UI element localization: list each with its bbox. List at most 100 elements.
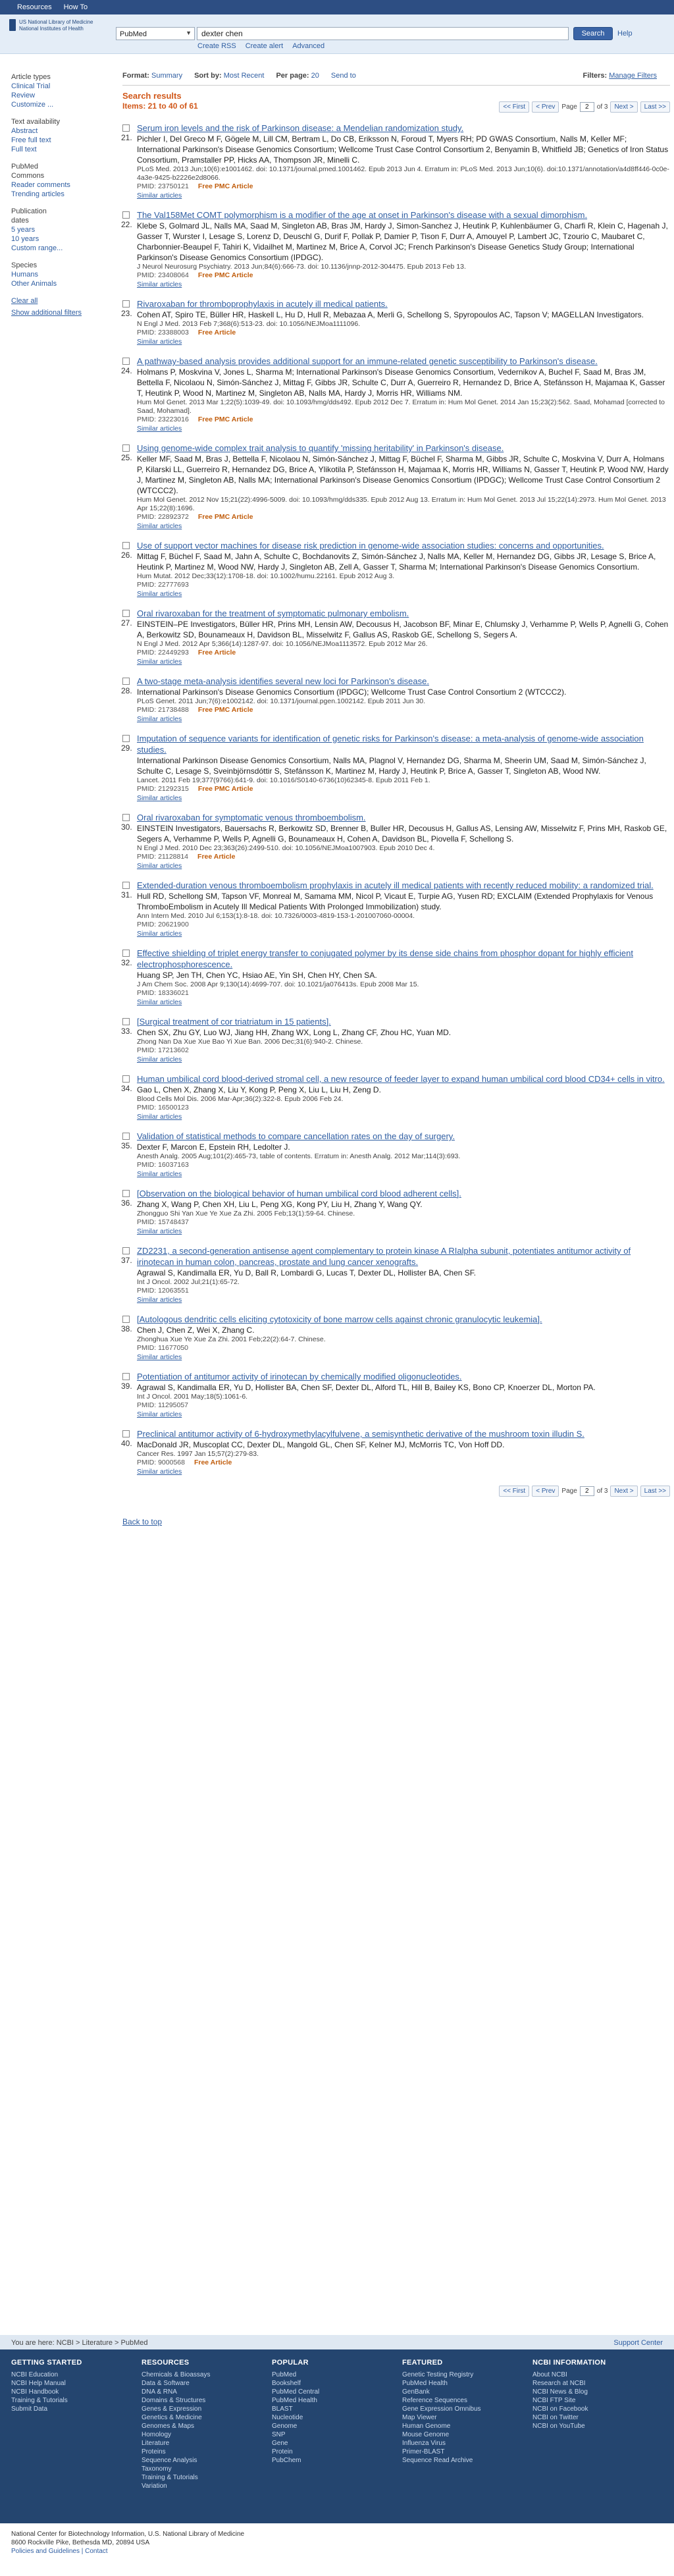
result-title-link[interactable]: [Surgical treatment of cor triatriatum i… — [133, 1016, 670, 1027]
footer-link[interactable]: BLAST — [272, 2405, 402, 2413]
result-title-link[interactable]: Oral rivaroxaban for the treatment of sy… — [133, 608, 670, 619]
create-alert-link[interactable]: Create alert — [246, 41, 283, 51]
page-number-input[interactable]: 2 — [579, 102, 594, 112]
last-page-button[interactable]: Last >> — [640, 1486, 670, 1497]
result-checkbox[interactable] — [122, 678, 130, 685]
result-checkbox[interactable] — [122, 300, 130, 308]
footer-link[interactable]: NCBI Education — [11, 2371, 142, 2379]
footer-link[interactable]: Genome — [272, 2422, 402, 2430]
similar-articles-link[interactable]: Similar articles — [133, 793, 670, 803]
footer-link[interactable]: NCBI Handbook — [11, 2388, 142, 2396]
footer-link[interactable]: Research at NCBI — [532, 2379, 663, 2388]
result-checkbox[interactable] — [122, 1247, 130, 1254]
next-page-button[interactable]: Next > — [610, 1486, 638, 1497]
similar-articles-link[interactable]: Similar articles — [133, 589, 670, 599]
support-center-link[interactable]: Support Center — [613, 2338, 663, 2348]
howto-menu[interactable]: How To — [64, 3, 88, 12]
manage-filters-link[interactable]: Manage Filters — [609, 72, 657, 80]
footer-link[interactable]: Influenza Virus — [402, 2439, 532, 2448]
prev-page-button[interactable]: < Prev — [532, 1486, 559, 1497]
result-checkbox[interactable] — [122, 1373, 130, 1380]
footer-link[interactable]: Gene Expression Omnibus — [402, 2405, 532, 2413]
similar-articles-link[interactable]: Similar articles — [133, 714, 670, 724]
footer-link[interactable]: NCBI on Facebook — [532, 2405, 663, 2413]
similar-articles-link[interactable]: Similar articles — [133, 1227, 670, 1236]
similar-articles-link[interactable]: Similar articles — [133, 1169, 670, 1179]
result-checkbox[interactable] — [122, 444, 130, 452]
footer-link[interactable]: Training & Tutorials — [142, 2473, 272, 2482]
filter-review[interactable]: Review — [11, 91, 103, 100]
result-title-link[interactable]: Human umbilical cord blood-derived strom… — [133, 1073, 670, 1085]
footer-link[interactable]: Data & Software — [142, 2379, 272, 2388]
footer-link[interactable]: Genetic Testing Registry — [402, 2371, 532, 2379]
footer-link[interactable]: Literature — [142, 2439, 272, 2448]
filter-reader-comments[interactable]: Reader comments — [11, 180, 103, 190]
format-setting[interactable]: Format: Summary — [122, 71, 182, 83]
filter-trending-articles[interactable]: Trending articles — [11, 190, 103, 199]
show-additional-filters-link[interactable]: Show additional filters — [11, 308, 103, 317]
similar-articles-link[interactable]: Similar articles — [133, 522, 670, 531]
footer-link[interactable]: NCBI News & Blog — [532, 2388, 663, 2396]
footer-link[interactable]: Sequence Analysis — [142, 2456, 272, 2465]
footer-link[interactable]: About NCBI — [532, 2371, 663, 2379]
filter-clinical-trial[interactable]: Clinical Trial — [11, 82, 103, 91]
help-link[interactable]: Help — [617, 29, 633, 38]
result-checkbox[interactable] — [122, 1316, 130, 1323]
policies-contact-link[interactable]: Policies and Guidelines | Contact — [11, 2548, 108, 2555]
footer-link[interactable]: Genomes & Maps — [142, 2422, 272, 2430]
result-checkbox[interactable] — [122, 358, 130, 365]
free-article-badge[interactable]: Free Article — [198, 329, 236, 336]
last-page-button[interactable]: Last >> — [640, 101, 670, 113]
result-title-link[interactable]: Use of support vector machines for disea… — [133, 540, 670, 551]
prev-page-button[interactable]: < Prev — [532, 101, 559, 113]
page-number-input[interactable]: 2 — [579, 1486, 594, 1496]
first-page-button[interactable]: << First — [499, 101, 530, 113]
footer-link[interactable]: SNP — [272, 2430, 402, 2439]
result-checkbox[interactable] — [122, 1430, 130, 1437]
result-checkbox[interactable] — [122, 211, 130, 219]
similar-articles-link[interactable]: Similar articles — [133, 1353, 670, 1362]
footer-link[interactable]: Domains & Structures — [142, 2396, 272, 2405]
result-checkbox[interactable] — [122, 814, 130, 821]
result-title-link[interactable]: Effective shielding of triplet energy tr… — [133, 948, 670, 970]
similar-articles-link[interactable]: Similar articles — [133, 424, 670, 433]
send-to-menu[interactable]: Send to — [331, 71, 356, 83]
footer-link[interactable]: Variation — [142, 2482, 272, 2490]
result-checkbox[interactable] — [122, 610, 130, 617]
similar-articles-link[interactable]: Similar articles — [133, 998, 670, 1007]
footer-link[interactable]: Reference Sequences — [402, 2396, 532, 2405]
free-article-badge[interactable]: Free Article — [198, 649, 236, 657]
search-input[interactable]: dexter chen — [197, 27, 569, 40]
footer-link[interactable]: PubMed Health — [272, 2396, 402, 2405]
similar-articles-link[interactable]: Similar articles — [133, 337, 670, 346]
footer-link[interactable]: Sequence Read Archive — [402, 2456, 532, 2465]
result-title-link[interactable]: Preclinical antitumor activity of 6-hydr… — [133, 1428, 670, 1439]
footer-link[interactable]: DNA & RNA — [142, 2388, 272, 2396]
result-checkbox[interactable] — [122, 542, 130, 549]
search-button[interactable]: Search — [573, 27, 613, 40]
result-title-link[interactable]: ZD2231, a second-generation antisense ag… — [133, 1245, 670, 1268]
footer-link[interactable]: Primer-BLAST — [402, 2448, 532, 2456]
similar-articles-link[interactable]: Similar articles — [133, 191, 670, 200]
result-title-link[interactable]: Rivaroxaban for thromboprophylaxis in ac… — [133, 298, 670, 309]
create-rss-link[interactable]: Create RSS — [197, 41, 236, 51]
footer-link[interactable]: Submit Data — [11, 2405, 142, 2413]
clear-all-link[interactable]: Clear all — [11, 296, 103, 306]
similar-articles-link[interactable]: Similar articles — [133, 280, 670, 289]
next-page-button[interactable]: Next > — [610, 101, 638, 113]
footer-link[interactable]: Genetics & Medicine — [142, 2413, 272, 2422]
filter-other-animals[interactable]: Other Animals — [11, 279, 103, 288]
footer-link[interactable]: Chemicals & Bioassays — [142, 2371, 272, 2379]
similar-articles-link[interactable]: Similar articles — [133, 1112, 670, 1121]
footer-link[interactable]: NCBI on Twitter — [532, 2413, 663, 2422]
footer-link[interactable]: Mouse Genome — [402, 2430, 532, 2439]
back-to-top-link[interactable]: Back to top — [122, 1517, 670, 1528]
similar-articles-link[interactable]: Similar articles — [133, 1055, 670, 1064]
free-article-badge[interactable]: Free Article — [194, 1459, 232, 1466]
filter-humans[interactable]: Humans — [11, 270, 103, 279]
footer-link[interactable]: PubMed Health — [402, 2379, 532, 2388]
result-checkbox[interactable] — [122, 1190, 130, 1197]
free-article-badge[interactable]: Free PMC Article — [198, 785, 253, 793]
nlm-logo[interactable]: US National Library of Medicine National… — [9, 19, 93, 32]
similar-articles-link[interactable]: Similar articles — [133, 861, 670, 871]
